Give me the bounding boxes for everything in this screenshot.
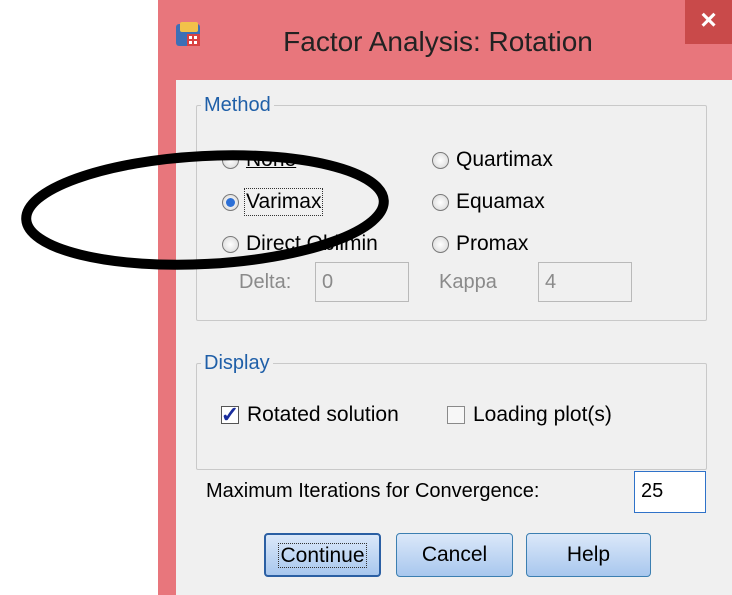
delta-label: Delta: bbox=[239, 271, 292, 293]
cancel-button[interactable]: Cancel bbox=[396, 533, 513, 577]
help-button[interactable]: Help bbox=[526, 533, 651, 577]
display-group: Display ✓ Rotated solution Loading plot(… bbox=[196, 352, 707, 470]
kappa-input: 4 bbox=[538, 262, 632, 302]
display-group-title: Display bbox=[201, 352, 273, 375]
checkmark-icon: ✓ bbox=[220, 402, 240, 427]
dialog-window: Factor Analysis: Rotation × Method None … bbox=[158, 0, 732, 595]
radio-direct-oblimin[interactable]: Direct Oblimin bbox=[222, 232, 378, 256]
dialog-content: Method None Quartimax Varimax Equamax Di… bbox=[176, 80, 732, 595]
radio-button-icon bbox=[222, 151, 239, 169]
close-icon: × bbox=[700, 4, 717, 35]
radio-label: None bbox=[246, 148, 297, 171]
continue-button[interactable]: Continue bbox=[264, 533, 381, 577]
radio-button-icon bbox=[222, 235, 239, 253]
loading-plots-checkbox[interactable]: Loading plot(s) bbox=[447, 403, 612, 427]
delta-input: 0 bbox=[315, 262, 409, 302]
rotated-solution-checkbox[interactable]: ✓ Rotated solution bbox=[221, 403, 399, 427]
kappa-label: Kappa bbox=[439, 271, 497, 293]
checkbox-label: Rotated solution bbox=[247, 403, 399, 426]
radio-quartimax[interactable]: Quartimax bbox=[432, 148, 553, 172]
radio-selected-icon bbox=[222, 193, 239, 211]
max-iterations-input[interactable]: 25 bbox=[634, 471, 706, 513]
radio-label: Promax bbox=[456, 232, 529, 255]
title-bar[interactable]: Factor Analysis: Rotation × bbox=[158, 0, 732, 80]
radio-label: Varimax bbox=[243, 188, 324, 216]
method-group: Method None Quartimax Varimax Equamax Di… bbox=[196, 94, 707, 321]
method-group-title: Method bbox=[201, 94, 274, 117]
cancel-label: Cancel bbox=[421, 543, 488, 566]
radio-promax[interactable]: Promax bbox=[432, 232, 528, 256]
radio-button-icon bbox=[432, 235, 449, 253]
radio-button-icon bbox=[432, 193, 449, 211]
close-button[interactable]: × bbox=[685, 0, 732, 44]
radio-button-icon bbox=[432, 151, 449, 169]
radio-label: Quartimax bbox=[456, 148, 553, 171]
max-iterations-label: Maximum Iterations for Convergence: bbox=[206, 480, 540, 502]
checkbox-label: Loading plot(s) bbox=[473, 403, 612, 426]
dialog-title: Factor Analysis: Rotation bbox=[283, 26, 593, 57]
checkbox-empty-icon bbox=[447, 406, 465, 424]
radio-none[interactable]: None bbox=[222, 148, 296, 172]
radio-label: Equamax bbox=[456, 190, 545, 213]
help-label: Help bbox=[566, 543, 611, 566]
radio-varimax[interactable]: Varimax bbox=[222, 188, 324, 216]
radio-equamax[interactable]: Equamax bbox=[432, 190, 545, 214]
continue-label: Continue bbox=[278, 543, 367, 568]
radio-label: Direct Oblimin bbox=[246, 232, 378, 255]
